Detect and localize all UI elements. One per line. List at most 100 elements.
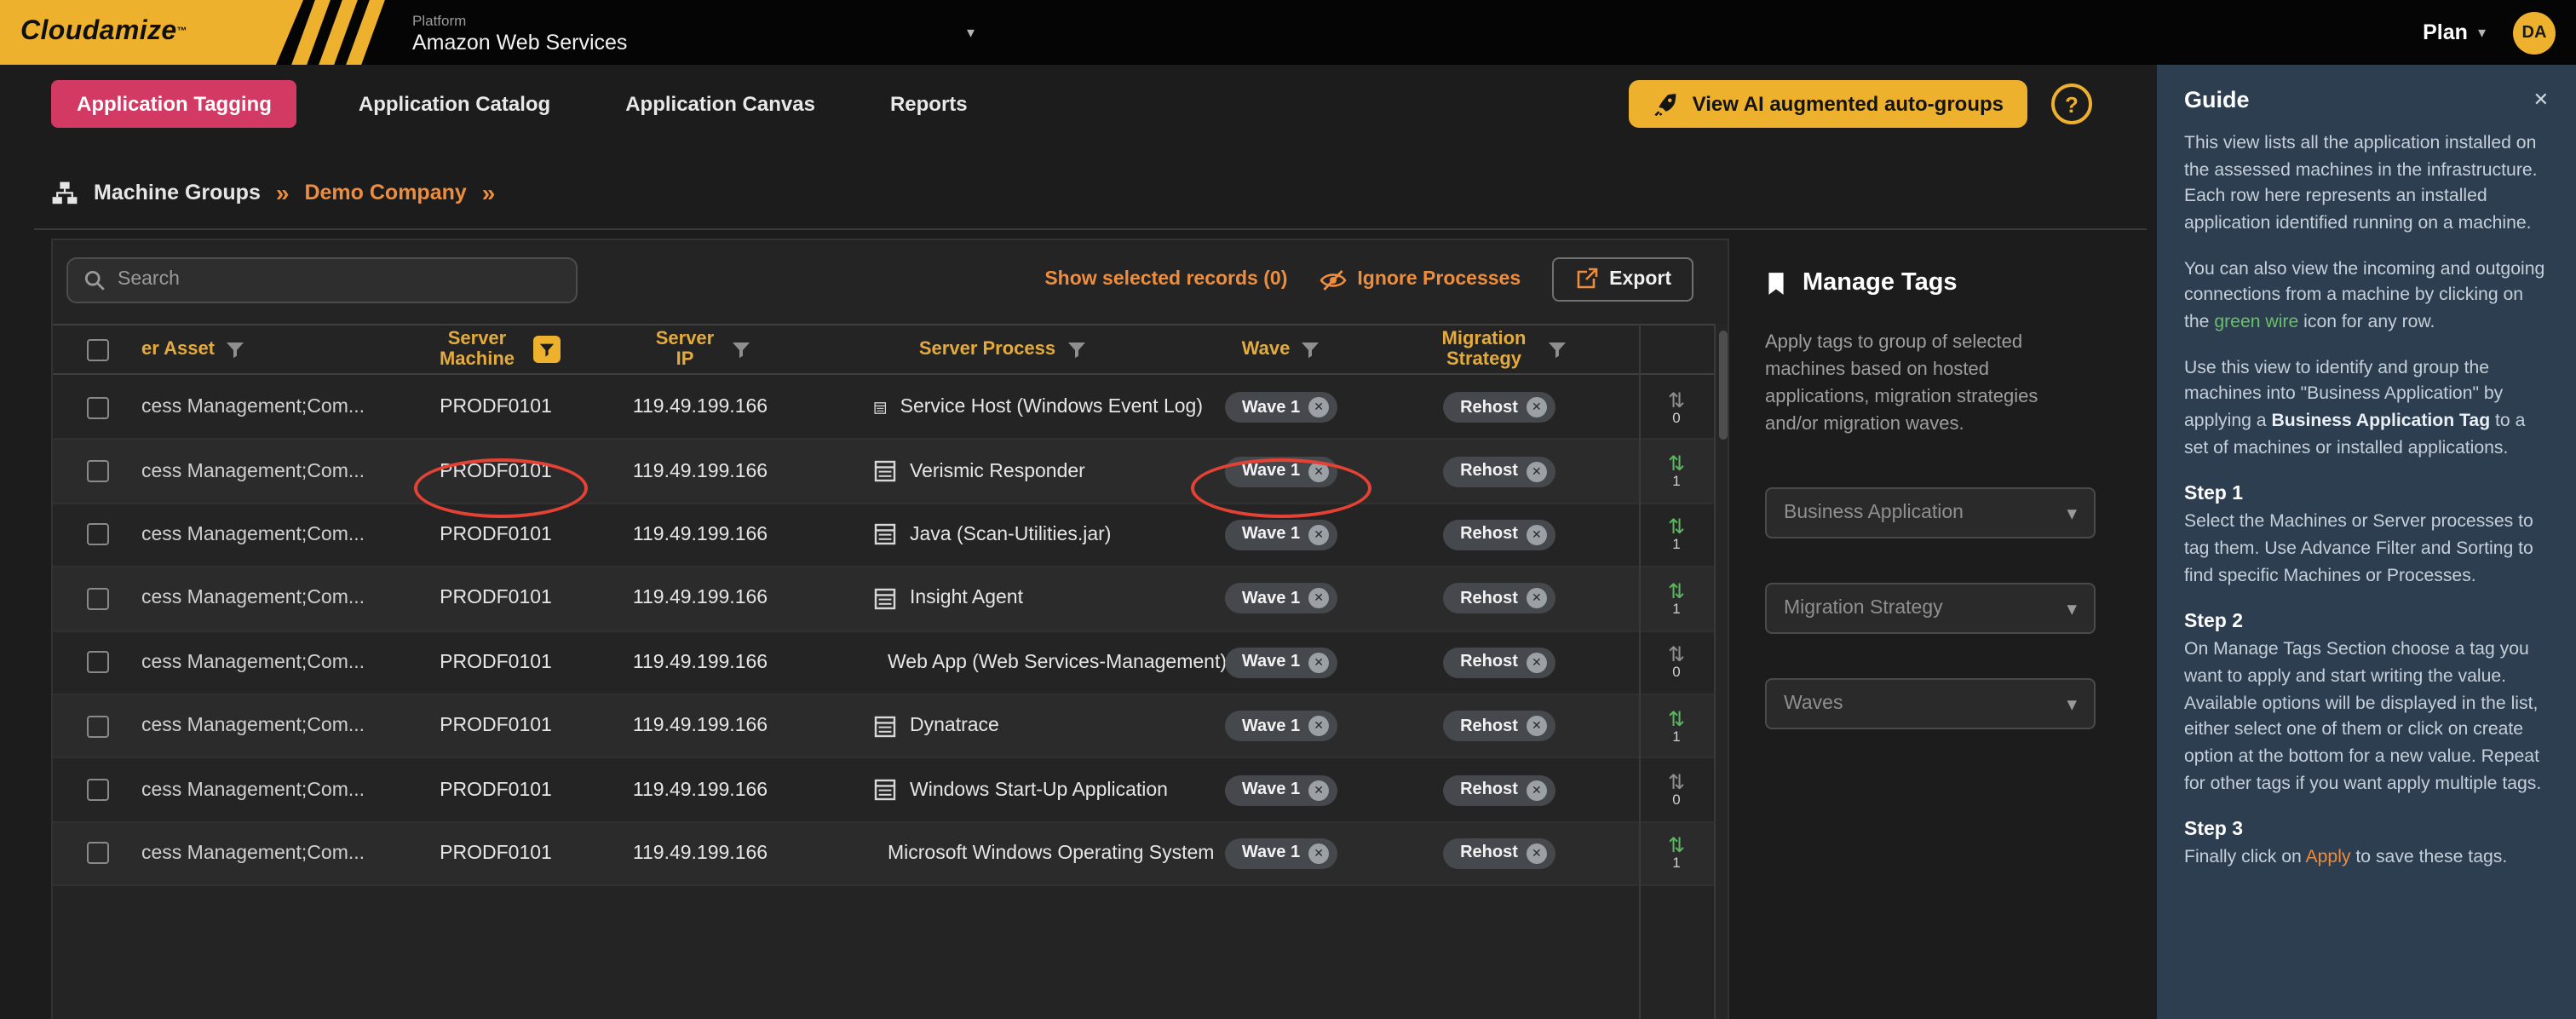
wave-tag-pill[interactable]: Wave 1 ✕	[1225, 711, 1337, 741]
wave-tag-pill[interactable]: Wave 1 ✕	[1225, 520, 1337, 550]
scrollbar-thumb[interactable]	[1719, 331, 1728, 440]
wave-tag-pill[interactable]: Wave 1 ✕	[1225, 456, 1337, 486]
filter-icon[interactable]	[1300, 340, 1320, 359]
column-header-server-ip[interactable]: Server IP	[598, 328, 802, 370]
strategy-tag-pill[interactable]: Rehost ✕	[1443, 456, 1555, 486]
connections-count: 1	[1672, 856, 1680, 872]
remove-tag-icon[interactable]: ✕	[1527, 525, 1547, 545]
remove-tag-icon[interactable]: ✕	[1308, 397, 1329, 417]
row-checkbox[interactable]	[86, 652, 108, 674]
remove-tag-icon[interactable]: ✕	[1308, 525, 1329, 545]
table-row[interactable]: cess Management;Com... PRODF0101 119.49.…	[53, 822, 1714, 886]
remove-tag-icon[interactable]: ✕	[1527, 653, 1547, 673]
tab-application-tagging[interactable]: Application Tagging	[51, 80, 297, 128]
connections-count: 1	[1672, 728, 1680, 744]
remove-tag-icon[interactable]: ✕	[1527, 589, 1547, 609]
search-input[interactable]	[118, 269, 561, 290]
filter-icon[interactable]	[1547, 340, 1567, 359]
process-icon	[874, 779, 896, 801]
close-icon[interactable]: ✕	[2533, 89, 2549, 111]
wave-tag-pill[interactable]: Wave 1 ✕	[1225, 392, 1337, 423]
row-checkbox[interactable]	[86, 524, 108, 546]
remove-tag-icon[interactable]: ✕	[1527, 397, 1547, 417]
connections-wire-icon[interactable]: ⇅	[1668, 645, 1685, 665]
process-name: Java (Scan-Utilities.jar)	[910, 525, 1111, 545]
strategy-tag-pill[interactable]: Rehost ✕	[1443, 711, 1555, 741]
export-button[interactable]: Export	[1551, 257, 1693, 302]
remove-tag-icon[interactable]: ✕	[1308, 716, 1329, 736]
active-filter-icon[interactable]	[533, 336, 561, 363]
waves-dropdown[interactable]: Waves ▾	[1765, 678, 2096, 729]
strategy-tag-pill[interactable]: Rehost ✕	[1443, 774, 1555, 805]
remove-tag-icon[interactable]: ✕	[1308, 843, 1329, 864]
row-checkbox[interactable]	[86, 588, 108, 610]
filter-icon[interactable]	[1066, 340, 1086, 359]
view-ai-auto-groups-button[interactable]: View AI augmented auto-groups	[1630, 80, 2027, 128]
tab-application-canvas[interactable]: Application Canvas	[625, 92, 815, 116]
breadcrumb-demo-company[interactable]: Demo Company	[304, 181, 466, 204]
remove-tag-icon[interactable]: ✕	[1527, 716, 1547, 736]
column-header-server-asset[interactable]: er Asset	[141, 339, 394, 360]
filter-icon[interactable]	[731, 340, 751, 359]
table-row[interactable]: cess Management;Com... PRODF0101 119.49.…	[53, 504, 1714, 568]
vertical-scrollbar[interactable]	[1714, 324, 1728, 1019]
row-checkbox[interactable]	[86, 779, 108, 801]
server-process-cell: Windows Start-Up Application	[802, 779, 1203, 801]
column-header-migration-strategy[interactable]: Migration Strategy	[1360, 328, 1639, 370]
breadcrumb-machine-groups[interactable]: Machine Groups	[94, 181, 261, 204]
strategy-tag-pill[interactable]: Rehost ✕	[1443, 648, 1555, 678]
connections-wire-icon[interactable]: ⇅	[1668, 772, 1685, 792]
strategy-tag-pill[interactable]: Rehost ✕	[1443, 392, 1555, 423]
row-checkbox[interactable]	[86, 396, 108, 418]
row-checkbox[interactable]	[86, 843, 108, 865]
server-machine-cell: PRODF0101	[394, 589, 598, 609]
column-header-wave[interactable]: Wave	[1203, 339, 1360, 360]
strategy-tag-pill[interactable]: Rehost ✕	[1443, 584, 1555, 614]
wave-tag-pill[interactable]: Wave 1 ✕	[1225, 838, 1337, 869]
migration-strategy-dropdown[interactable]: Migration Strategy ▾	[1765, 583, 2096, 634]
tab-application-catalog[interactable]: Application Catalog	[359, 92, 550, 116]
connections-wire-icon[interactable]: ⇅	[1668, 581, 1685, 602]
wave-tag-pill[interactable]: Wave 1 ✕	[1225, 584, 1337, 614]
strategy-tag-pill[interactable]: Rehost ✕	[1443, 838, 1555, 869]
plan-menu[interactable]: Plan ▾	[2423, 20, 2486, 44]
platform-selector[interactable]: Platform Amazon Web Services ▾	[412, 11, 975, 54]
help-button[interactable]: ?	[2051, 83, 2092, 124]
remove-tag-icon[interactable]: ✕	[1308, 589, 1329, 609]
row-checkbox[interactable]	[86, 460, 108, 482]
table-row[interactable]: cess Management;Com... PRODF0101 119.49.…	[53, 631, 1714, 695]
remove-tag-icon[interactable]: ✕	[1308, 780, 1329, 800]
table-body: cess Management;Com... PRODF0101 119.49.…	[53, 377, 1714, 886]
tab-reports[interactable]: Reports	[890, 92, 968, 116]
table-row[interactable]: cess Management;Com... PRODF0101 119.49.…	[53, 759, 1714, 823]
select-all-checkbox[interactable]	[86, 338, 108, 360]
connections-wire-icon[interactable]: ⇅	[1668, 453, 1685, 474]
server-machine-cell: PRODF0101	[394, 461, 598, 481]
business-application-dropdown[interactable]: Business Application ▾	[1765, 487, 2096, 538]
wave-tag-pill[interactable]: Wave 1 ✕	[1225, 648, 1337, 678]
filter-icon[interactable]	[225, 340, 245, 359]
remove-tag-icon[interactable]: ✕	[1527, 461, 1547, 481]
column-header-server-machine[interactable]: Server Machine	[394, 328, 598, 370]
connections-wire-icon[interactable]: ⇅	[1668, 389, 1685, 410]
table-row[interactable]: cess Management;Com... PRODF0101 119.49.…	[53, 440, 1714, 504]
remove-tag-icon[interactable]: ✕	[1308, 461, 1329, 481]
connections-count: 0	[1672, 665, 1680, 681]
connections-wire-icon[interactable]: ⇅	[1668, 708, 1685, 728]
row-checkbox[interactable]	[86, 715, 108, 737]
connections-wire-icon[interactable]: ⇅	[1668, 517, 1685, 538]
remove-tag-icon[interactable]: ✕	[1308, 653, 1329, 673]
strategy-tag-pill[interactable]: Rehost ✕	[1443, 520, 1555, 550]
remove-tag-icon[interactable]: ✕	[1527, 843, 1547, 864]
remove-tag-icon[interactable]: ✕	[1527, 780, 1547, 800]
show-selected-records-link[interactable]: Show selected records (0)	[1044, 269, 1287, 290]
search-box[interactable]	[66, 256, 578, 302]
avatar[interactable]: DA	[2513, 11, 2556, 54]
ignore-processes-link[interactable]: Ignore Processes	[1318, 268, 1521, 291]
table-row[interactable]: cess Management;Com... PRODF0101 119.49.…	[53, 567, 1714, 631]
column-header-server-process[interactable]: Server Process	[802, 339, 1203, 360]
wave-tag-pill[interactable]: Wave 1 ✕	[1225, 774, 1337, 805]
connections-wire-icon[interactable]: ⇅	[1668, 836, 1685, 856]
table-row[interactable]: cess Management;Com... PRODF0101 119.49.…	[53, 377, 1714, 440]
table-row[interactable]: cess Management;Com... PRODF0101 119.49.…	[53, 695, 1714, 759]
